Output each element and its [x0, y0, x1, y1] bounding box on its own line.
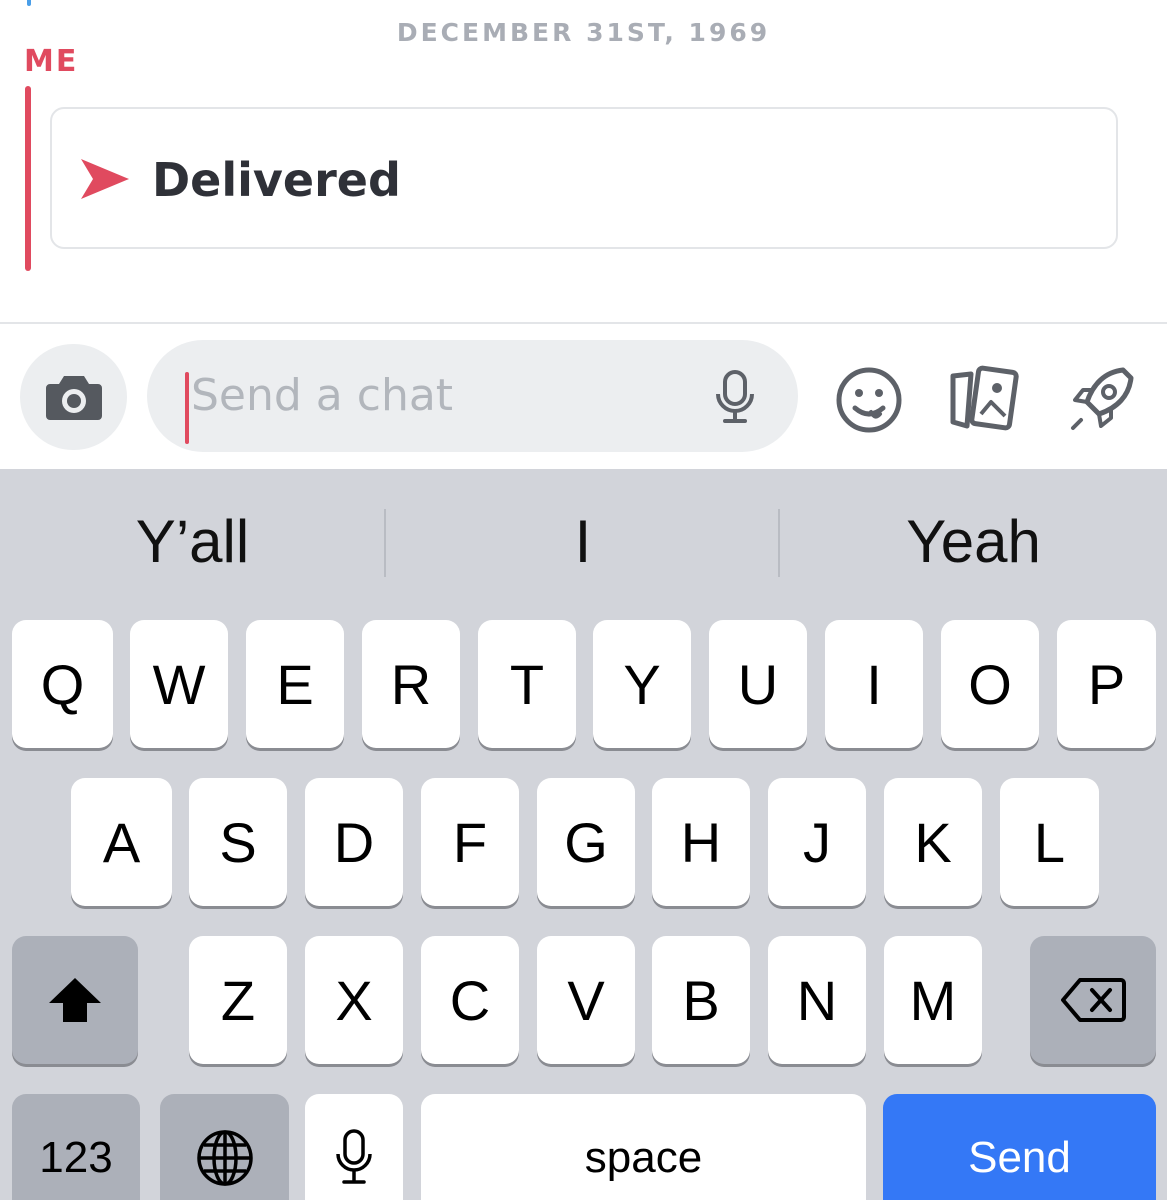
backspace-icon [1061, 978, 1126, 1022]
key-l[interactable]: L [1000, 778, 1099, 906]
key-e[interactable]: E [246, 620, 344, 748]
suggestion-item[interactable]: Yeah [780, 507, 1167, 597]
chat-area: DECEMBER 31ST, 1969 ME Delivered [0, 0, 1167, 322]
suggestion-item[interactable]: I [386, 507, 780, 597]
rocket-icon[interactable] [1063, 362, 1139, 438]
emoji-icon[interactable] [831, 362, 907, 438]
key-u[interactable]: U [709, 620, 807, 748]
composer-bar: Send a chat [0, 324, 1167, 469]
camera-button[interactable] [20, 344, 127, 450]
key-r[interactable]: R [362, 620, 460, 748]
key-d[interactable]: D [305, 778, 403, 906]
chat-input[interactable]: Send a chat [147, 340, 798, 452]
suggestion-bar: Y’all I Yeah [0, 469, 1167, 619]
suggestion-item[interactable]: Y’all [0, 507, 385, 597]
shift-key[interactable] [12, 936, 138, 1064]
keyboard: Y’all I Yeah Q W E R T Y U I O P A S D F… [0, 469, 1167, 1200]
message-card[interactable]: Delivered [50, 107, 1118, 249]
key-t[interactable]: T [478, 620, 576, 748]
key-f[interactable]: F [421, 778, 519, 906]
key-p[interactable]: P [1057, 620, 1156, 748]
key-j[interactable]: J [768, 778, 866, 906]
shift-arrow-icon [49, 978, 101, 1022]
key-c[interactable]: C [421, 936, 519, 1064]
key-g[interactable]: G [537, 778, 635, 906]
key-m[interactable]: M [884, 936, 982, 1064]
microphone-icon[interactable] [713, 368, 757, 426]
delete-key[interactable] [1030, 936, 1156, 1064]
previous-message-marker [27, 0, 31, 6]
sender-accent-bar [25, 86, 31, 271]
key-b[interactable]: B [652, 936, 750, 1064]
key-n[interactable]: N [768, 936, 866, 1064]
key-x[interactable]: X [305, 936, 403, 1064]
key-a[interactable]: A [71, 778, 172, 906]
numbers-key[interactable]: 123 [12, 1094, 140, 1200]
message-status: Delivered [152, 153, 401, 207]
key-w[interactable]: W [130, 620, 228, 748]
text-caret [185, 372, 189, 444]
delivered-arrow-icon [81, 159, 129, 199]
dictation-key[interactable] [305, 1094, 403, 1200]
key-i[interactable]: I [825, 620, 923, 748]
stickers-icon[interactable] [945, 362, 1021, 438]
key-h[interactable]: H [652, 778, 750, 906]
globe-icon [196, 1130, 253, 1186]
date-header: DECEMBER 31ST, 1969 [396, 18, 771, 47]
space-key[interactable]: space [421, 1094, 866, 1200]
key-v[interactable]: V [537, 936, 635, 1064]
chat-input-placeholder: Send a chat [191, 370, 454, 421]
globe-key[interactable] [160, 1094, 289, 1200]
key-z[interactable]: Z [189, 936, 287, 1064]
key-s[interactable]: S [189, 778, 287, 906]
sender-label: ME [24, 44, 79, 79]
send-key[interactable]: Send [883, 1094, 1156, 1200]
key-k[interactable]: K [884, 778, 982, 906]
microphone-icon [336, 1129, 372, 1184]
key-q[interactable]: Q [12, 620, 113, 748]
camera-icon [45, 376, 102, 420]
key-y[interactable]: Y [593, 620, 691, 748]
key-o[interactable]: O [941, 620, 1039, 748]
